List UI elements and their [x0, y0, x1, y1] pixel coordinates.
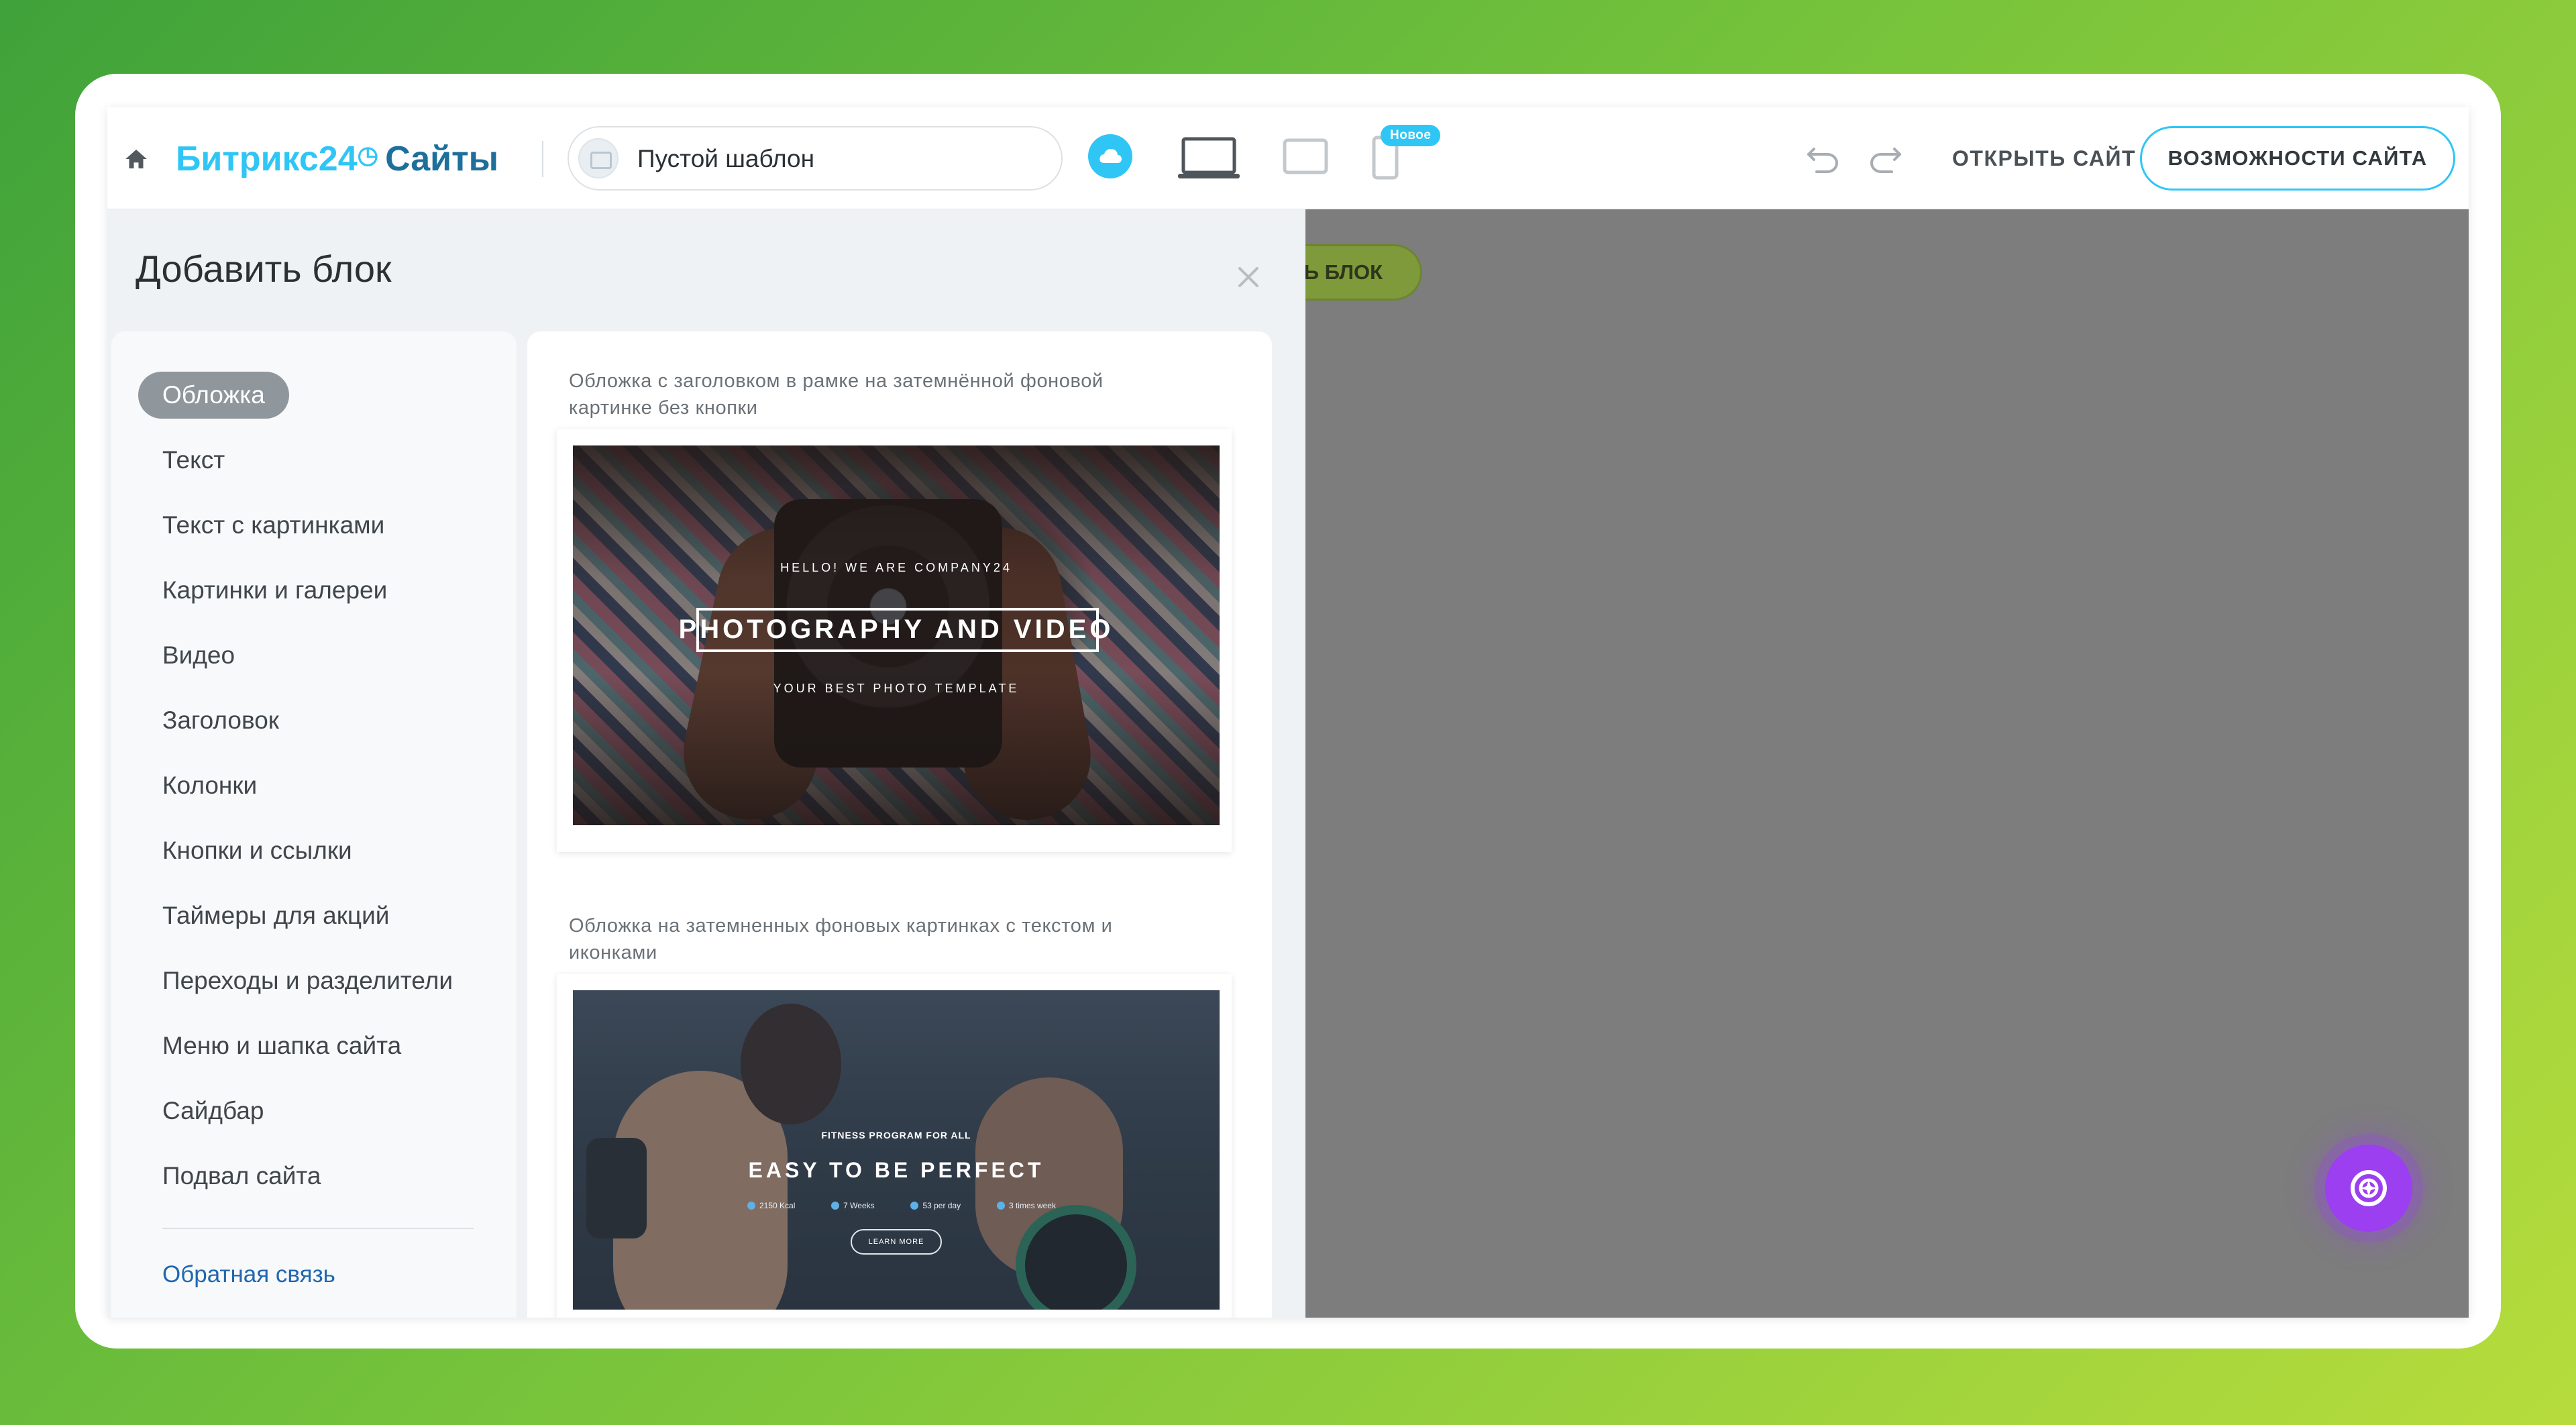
category-list: Обложка Текст Текст с картинками Картинк…: [111, 331, 517, 1318]
open-site-link[interactable]: ОТКРЫТЬ САЙТ: [1952, 107, 2136, 209]
preview-button: LEARN MORE: [851, 1229, 942, 1255]
preview-stats: 2150 Kcal 7 Weeks 53 per day 3 times wee…: [747, 1201, 1056, 1210]
preview-kicker: HELLO! WE ARE COMPANY24: [780, 561, 1012, 574]
category-sidebar[interactable]: Сайдбар: [138, 1088, 288, 1134]
category-columns[interactable]: Колонки: [138, 762, 281, 809]
new-badge: Новое: [1381, 125, 1441, 146]
block-preview-image: HELLO! WE ARE COMPANY24 PHOTOGRAPHY AND …: [573, 445, 1220, 825]
stat-item: 2150 Kcal: [747, 1201, 795, 1210]
stat-item: 53 per day: [910, 1201, 961, 1210]
top-toolbar: Битрикс24◷ Сайты Пустой шаблон Новое ОТК…: [107, 107, 2469, 209]
redo-icon[interactable]: [1868, 141, 1904, 176]
stat-item: 3 times week: [996, 1201, 1056, 1210]
block-preview-image: FITNESS PROGRAM FOR ALL EASY TO BE PERFE…: [573, 990, 1220, 1310]
category-buttons-links[interactable]: Кнопки и ссылки: [138, 827, 376, 874]
preview-title: EASY TO BE PERFECT: [748, 1158, 1044, 1182]
preview-subtitle: YOUR BEST PHOTO TEMPLATE: [773, 682, 1020, 695]
logo-sites-text: Сайты: [385, 140, 499, 178]
assistant-icon: [2351, 1170, 2387, 1206]
block-card[interactable]: FITNESS PROGRAM FOR ALL EASY TO BE PERFE…: [557, 974, 1232, 1318]
category-images-galleries[interactable]: Картинки и галереи: [138, 567, 411, 614]
divider: [542, 141, 543, 177]
undo-icon[interactable]: [1805, 141, 1841, 176]
stat-icon: [910, 1202, 919, 1210]
stat-icon: [831, 1202, 840, 1210]
site-editor-window: Битрикс24◷ Сайты Пустой шаблон Новое ОТК…: [107, 107, 2469, 1318]
block-description: Обложка с заголовком в рамке на затемнён…: [569, 370, 1104, 419]
category-video[interactable]: Видео: [138, 632, 259, 679]
image-icon: [578, 138, 619, 178]
divider: [162, 1228, 474, 1229]
dark-overlay: [573, 990, 1220, 1310]
block-description: Обложка на затемненных фоновых картинках…: [569, 915, 1113, 963]
preview-title: PHOTOGRAPHY AND VIDEO: [678, 615, 1114, 644]
bitrix24-sites-logo[interactable]: Битрикс24◷ Сайты: [176, 137, 498, 181]
category-timers[interactable]: Таймеры для акций: [138, 892, 413, 939]
site-features-button[interactable]: ВОЗМОЖНОСТИ САЙТА: [2140, 126, 2455, 191]
desktop-view-icon[interactable]: [1178, 137, 1240, 180]
add-block-button[interactable]: ТЬ БЛОК: [1305, 244, 1422, 301]
home-icon[interactable]: [122, 145, 150, 173]
add-block-panel: Добавить блок Обложка Текст Текст с карт…: [107, 209, 1305, 1318]
ai-assistant-button[interactable]: [2325, 1145, 2412, 1232]
logo-text: Битрикс24: [176, 140, 358, 178]
category-footer[interactable]: Подвал сайта: [138, 1153, 345, 1200]
stat-item: 7 Weeks: [831, 1201, 875, 1210]
site-canvas: ТЬ БЛОК: [1305, 209, 2469, 1318]
template-value: Пустой шаблон: [637, 145, 815, 172]
panel-title: Добавить блок: [136, 248, 392, 290]
feedback-link[interactable]: Обратная связь: [162, 1261, 335, 1288]
close-icon[interactable]: [1236, 264, 1261, 290]
cloud-icon[interactable]: [1088, 134, 1132, 178]
category-menu-header[interactable]: Меню и шапка сайта: [138, 1022, 425, 1069]
stat-icon: [747, 1202, 755, 1210]
stat-icon: [996, 1202, 1005, 1210]
category-cover[interactable]: Обложка: [138, 372, 289, 419]
category-heading[interactable]: Заголовок: [138, 697, 303, 744]
category-text-with-images[interactable]: Текст с картинками: [138, 502, 409, 549]
tablet-view-icon[interactable]: [1283, 138, 1328, 174]
preview-kicker: FITNESS PROGRAM FOR ALL: [821, 1130, 971, 1141]
category-dividers[interactable]: Переходы и разделители: [138, 957, 477, 1004]
block-card[interactable]: HELLO! WE ARE COMPANY24 PHOTOGRAPHY AND …: [557, 429, 1232, 852]
clock-icon: ◷: [357, 141, 379, 168]
block-list: Обложка с заголовком в рамке на затемнён…: [527, 331, 1272, 1318]
template-selector[interactable]: Пустой шаблон: [568, 126, 1063, 191]
category-text[interactable]: Текст: [138, 437, 249, 484]
